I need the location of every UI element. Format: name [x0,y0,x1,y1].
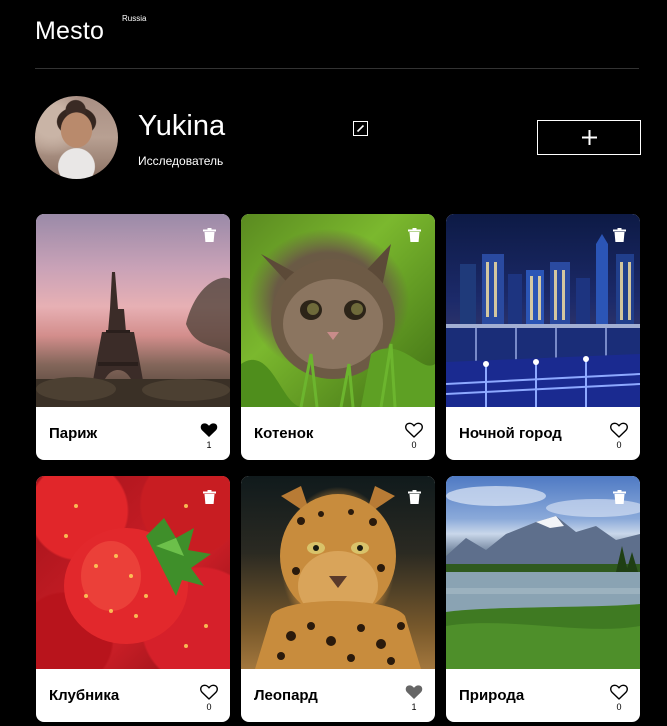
card-title: Париж [49,425,98,442]
profile-job: Исследователь [138,154,224,168]
card: Париж 1 [36,214,230,460]
delete-card-button[interactable] [203,490,216,504]
card-image[interactable] [446,214,640,407]
card-title: Клубника [49,687,120,704]
night-city-image [446,234,640,407]
delete-card-button[interactable] [613,490,626,504]
card: Природа 0 [446,476,640,722]
heart-icon [200,422,218,438]
card: Клубника 0 [36,476,230,722]
logo[interactable]: Mesto [35,17,104,46]
trash-icon [408,490,421,504]
trash-icon [613,490,626,504]
kitten-image [241,244,435,407]
plus-icon [582,130,597,145]
card: Леопард 1 [241,476,435,722]
delete-card-button[interactable] [613,228,626,242]
avatar[interactable] [35,96,118,179]
delete-card-button[interactable] [408,228,421,242]
like-count: 0 [616,702,622,712]
like-button[interactable] [405,422,423,438]
like-count: 0 [616,440,622,450]
delete-card-button[interactable] [408,490,421,504]
like-count: 0 [206,702,212,712]
trash-icon [203,228,216,242]
eiffel-tower-image [36,272,230,407]
card-title: Природа [459,687,525,704]
mountain-lake-image [446,486,640,669]
logo-region: Russia [122,14,147,23]
heart-icon [405,422,423,438]
header: Mesto Russia [35,0,639,69]
profile-name: Yukina [138,110,226,142]
like-count: 0 [411,440,417,450]
trash-icon [408,228,421,242]
heart-icon [405,684,423,700]
edit-profile-button[interactable] [353,121,368,136]
card-title: Котенок [254,425,314,442]
heart-icon [200,684,218,700]
pencil-icon [356,124,365,133]
leopard-image [255,486,421,669]
delete-card-button[interactable] [203,228,216,242]
trash-icon [613,228,626,242]
card-image[interactable] [36,214,230,407]
heart-icon [610,684,628,700]
like-button[interactable] [200,684,218,700]
heart-icon [610,422,628,438]
like-button[interactable] [610,684,628,700]
card-image[interactable] [241,214,435,407]
strawberries-image [64,504,211,648]
card: Ночной город 0 [446,214,640,460]
card: Котенок 0 [241,214,435,460]
add-card-button[interactable] [537,120,641,155]
card-title: Ночной город [459,425,562,442]
trash-icon [203,490,216,504]
like-button[interactable] [200,422,218,438]
like-count: 1 [411,702,417,712]
like-button[interactable] [610,422,628,438]
card-image[interactable] [36,476,230,669]
like-count: 1 [206,440,212,450]
card-image[interactable] [241,476,435,669]
like-button[interactable] [405,684,423,700]
card-title: Леопард [254,687,318,704]
card-image[interactable] [446,476,640,669]
